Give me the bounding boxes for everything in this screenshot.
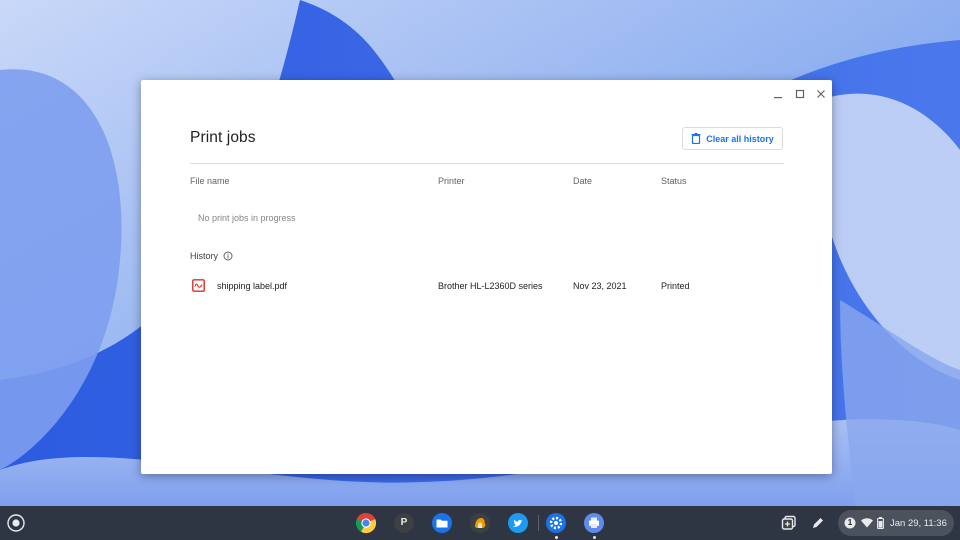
title-divider xyxy=(190,163,784,164)
close-button[interactable] xyxy=(811,84,831,104)
files-icon[interactable] xyxy=(430,511,454,535)
print-jobs-window: Print jobs Clear all history File name P… xyxy=(141,80,832,474)
print-jobs-running-indicator xyxy=(593,536,596,539)
page-title: Print jobs xyxy=(190,129,256,146)
no-jobs-message: No print jobs in progress xyxy=(198,213,296,223)
column-header-status: Status xyxy=(661,176,687,186)
shelf: P xyxy=(0,506,960,540)
shelf-separator xyxy=(538,515,539,531)
status-tray[interactable]: 1 Jan 29, 11:36 xyxy=(838,510,954,536)
job-file-name: shipping label.pdf xyxy=(217,281,288,291)
minimize-button[interactable] xyxy=(768,84,788,104)
column-header-date: Date xyxy=(573,176,593,186)
p-app-icon[interactable]: P xyxy=(392,511,416,535)
fox-app-logo xyxy=(470,513,490,533)
p-app-letter: P xyxy=(400,517,408,528)
twitter-icon[interactable] xyxy=(506,511,530,535)
wifi-icon xyxy=(861,518,873,528)
close-icon xyxy=(817,90,825,98)
clear-all-history-button[interactable]: Clear all history xyxy=(682,127,783,150)
pdf-file-icon xyxy=(192,279,205,292)
table-row[interactable]: shipping label.pdf Brother HL-L2360D ser… xyxy=(190,276,784,296)
job-printer: Brother HL-L2360D series xyxy=(438,281,543,291)
job-status: Printed xyxy=(661,281,690,291)
overview-button[interactable] xyxy=(777,511,801,535)
settings-running-indicator xyxy=(555,536,558,539)
maximize-button[interactable] xyxy=(790,84,810,104)
settings-icon[interactable] xyxy=(544,511,568,535)
job-date: Nov 23, 2021 xyxy=(573,281,627,291)
minimize-icon xyxy=(774,97,782,99)
twitter-logo xyxy=(508,513,528,533)
column-header-file-name: File name xyxy=(190,176,230,186)
chrome-icon[interactable] xyxy=(354,511,378,535)
battery-icon xyxy=(877,517,884,529)
trash-icon xyxy=(691,133,701,144)
overview-icon xyxy=(781,515,796,530)
maximize-icon xyxy=(795,89,805,99)
fox-app-icon[interactable] xyxy=(468,511,492,535)
chrome-logo xyxy=(355,512,377,534)
notification-count: 1 xyxy=(847,518,853,527)
history-section-header: History xyxy=(190,251,233,261)
print-jobs-logo xyxy=(584,513,604,533)
date-time: Jan 29, 11:36 xyxy=(890,518,947,529)
info-icon[interactable] xyxy=(223,251,233,261)
settings-logo xyxy=(546,513,566,533)
clear-all-history-label: Clear all history xyxy=(706,133,774,144)
print-jobs-icon[interactable] xyxy=(582,511,606,535)
files-logo xyxy=(432,513,452,533)
column-header-printer: Printer xyxy=(438,176,465,186)
pen-icon xyxy=(813,518,823,528)
history-label: History xyxy=(190,251,219,261)
stylus-button[interactable] xyxy=(806,511,830,535)
launcher-button[interactable] xyxy=(4,511,28,535)
launcher-icon xyxy=(7,514,25,532)
desktop: Print jobs Clear all history File name P… xyxy=(0,0,960,540)
